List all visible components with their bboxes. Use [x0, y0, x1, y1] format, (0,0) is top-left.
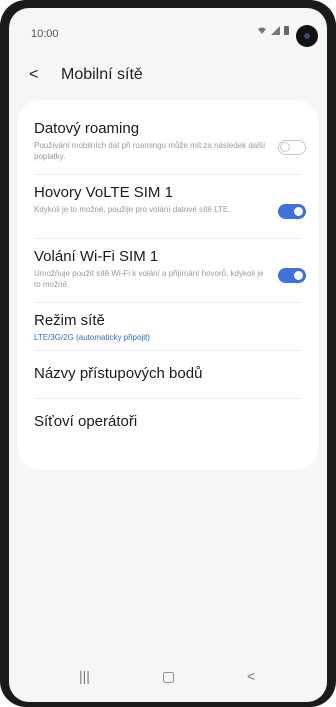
volte-toggle[interactable] [278, 204, 306, 219]
settings-card: Datový roaming Používání mobilních dat p… [18, 100, 318, 470]
setting-description: Používání mobilních dat při roamingu můž… [34, 141, 266, 161]
navigation-bar: ||| ▢ < [9, 660, 327, 702]
setting-wifi-calling-sim1[interactable]: Volání Wi-Fi SIM 1 Umožňuje použít sítě … [34, 248, 304, 290]
wifi-icon [258, 27, 266, 34]
setting-title: Síťoví operátoři [34, 413, 138, 430]
divider [34, 302, 302, 303]
setting-title: Hovory VoLTE SIM 1 [34, 184, 173, 201]
setting-access-point-names[interactable]: Názvy přístupových bodů [34, 365, 304, 383]
status-bar: 10:00 [9, 8, 327, 52]
setting-title: Režim sítě [34, 312, 105, 329]
front-camera [296, 25, 318, 47]
divider [34, 350, 302, 351]
screen: 10:00 < Mobilní sítě Datový roaming Použ… [9, 8, 327, 702]
data-roaming-toggle[interactable] [278, 140, 306, 155]
setting-value: LTE/3G/2G (automaticky připojit) [34, 333, 150, 342]
setting-volte-sim1[interactable]: Hovory VoLTE SIM 1 Kdykoli je to možné, … [34, 184, 304, 215]
setting-network-mode[interactable]: Režim sítě LTE/3G/2G (automaticky připoj… [34, 312, 304, 343]
setting-description: Umožňuje použít sítě Wi-Fi k volání a př… [34, 269, 264, 289]
setting-network-operators[interactable]: Síťoví operátoři [34, 413, 304, 431]
home-icon[interactable]: ▢ [162, 668, 175, 685]
phone-frame: 10:00 < Mobilní sítě Datový roaming Použ… [0, 0, 336, 707]
toggle-knob [292, 205, 305, 218]
divider [34, 398, 302, 399]
back-arrow-icon[interactable]: < [29, 66, 38, 84]
setting-title: Volání Wi-Fi SIM 1 [34, 248, 159, 265]
back-icon[interactable]: < [247, 668, 255, 684]
status-time: 10:00 [31, 28, 59, 40]
toggle-knob [280, 142, 290, 152]
setting-title: Názvy přístupových bodů [34, 365, 203, 382]
toggle-knob [292, 269, 305, 282]
signal-icon [271, 26, 280, 35]
status-icons [257, 26, 289, 35]
setting-title: Datový roaming [34, 120, 140, 137]
setting-description: Kdykoli je to možné, použije pro volání … [34, 205, 231, 214]
page-title: Mobilní sítě [61, 66, 143, 83]
divider [34, 174, 302, 175]
divider [34, 238, 302, 239]
setting-data-roaming[interactable]: Datový roaming Používání mobilních dat p… [34, 120, 304, 162]
app-bar: < Mobilní sítě [9, 56, 327, 96]
recent-apps-icon[interactable]: ||| [79, 668, 90, 684]
battery-icon [284, 26, 289, 35]
wifi-calling-toggle[interactable] [278, 268, 306, 283]
